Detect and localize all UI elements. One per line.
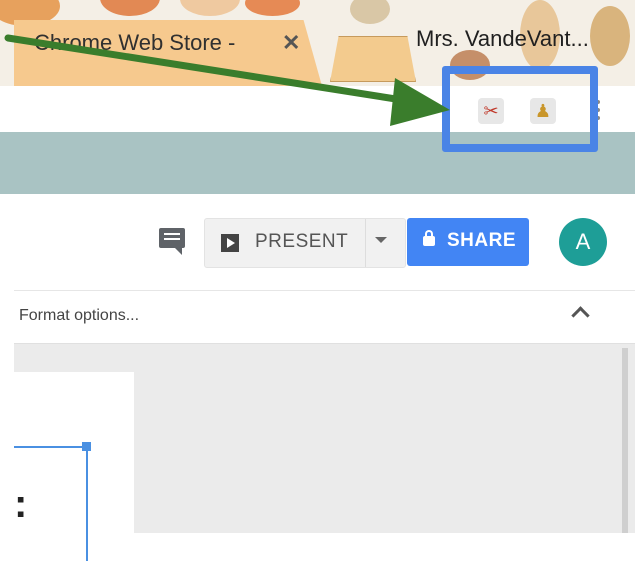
arrow-head xyxy=(390,78,450,126)
annotation-arrow xyxy=(4,34,450,126)
arrow-shaft xyxy=(4,34,419,106)
